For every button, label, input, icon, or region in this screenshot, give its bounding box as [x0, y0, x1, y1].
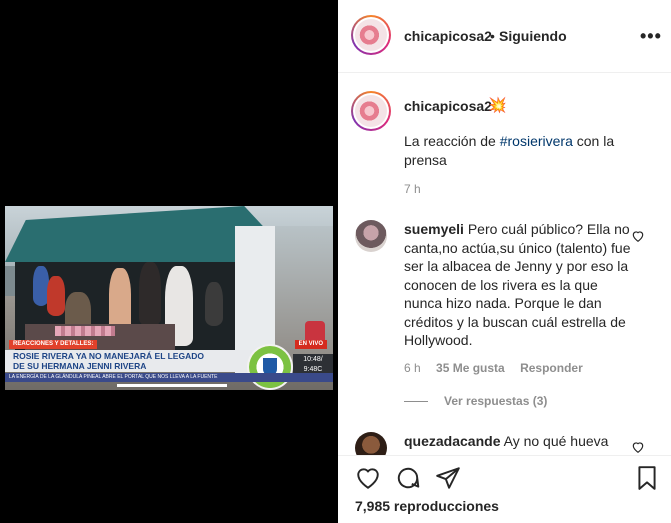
comment-text: Ay no qué hueva — [503, 433, 609, 449]
collision-emoji-icon: 💥 — [488, 97, 507, 114]
post-author-avatar[interactable] — [351, 15, 391, 55]
caption-author-avatar[interactable] — [351, 91, 391, 131]
avatar-image — [355, 19, 387, 51]
following-button[interactable]: Siguiendo — [499, 28, 567, 44]
chyron-headline-line1: ROSIE RIVERA YA NO MANEJARÁ EL LEGADO — [13, 351, 204, 361]
comment-username[interactable]: suemyeli — [404, 221, 464, 237]
comment-avatar[interactable] — [355, 432, 387, 455]
view-replies-button[interactable]: Ver respuestas (3) — [404, 394, 547, 408]
comment-meta: 6 h 35 Me gusta Responder — [404, 361, 583, 375]
chyron-ticker: LA ENERGÍA DE LA GLÁNDULA PINEAL ABRE EL… — [5, 373, 333, 382]
caption-text: La reacción de #rosierivera con la prens… — [404, 132, 634, 170]
share-icon[interactable] — [435, 465, 461, 491]
chyron-time-line1: 10:48/ — [303, 356, 323, 363]
chyron-headline-line2: DE SU HERMANA JENNI RIVERA — [13, 361, 147, 371]
comment-icon[interactable] — [395, 465, 421, 491]
more-options-button[interactable]: ••• — [640, 26, 662, 47]
video-scene-products — [55, 326, 115, 336]
comments-list[interactable]: chicapicosa2 💥 La reacción de #rosierive… — [338, 74, 671, 455]
chyron-headline: ROSIE RIVERA YA NO MANEJARÁ EL LEGADO DE… — [5, 350, 253, 372]
comment-timestamp[interactable]: 6 h — [404, 361, 421, 375]
caption-timestamp[interactable]: 7 h — [404, 182, 421, 196]
media-pane: REACCIONES Y DETALLES: EN VIVO ROSIE RIV… — [0, 0, 338, 523]
comment-like-icon[interactable] — [631, 229, 645, 243]
post-panel: chicapicosa2 • Siguiendo ••• chicapicosa… — [338, 0, 671, 523]
heart-icon[interactable] — [355, 465, 381, 491]
post-author-username[interactable]: chicapicosa2 — [404, 28, 492, 44]
avatar-image — [355, 95, 387, 127]
comment-avatar[interactable] — [355, 220, 387, 252]
video-scene-person — [47, 276, 65, 316]
caption-username[interactable]: chicapicosa2 — [404, 98, 492, 114]
post-actions: 7,985 reproducciones — [338, 455, 671, 523]
caption-text-start: La reacción de — [404, 133, 500, 149]
comment-body: suemyeli Pero cuál público? Ella no cant… — [404, 220, 634, 350]
comment-reply-button[interactable]: Responder — [520, 361, 583, 375]
comment-likes[interactable]: 35 Me gusta — [436, 361, 505, 375]
view-replies-label: Ver respuestas (3) — [444, 394, 548, 408]
comment-body: quezadacande Ay no qué hueva — [404, 432, 644, 451]
header-separator: • — [490, 28, 495, 44]
news-chyron: REACCIONES Y DETALLES: EN VIVO ROSIE RIV… — [5, 336, 333, 390]
video-player[interactable]: REACCIONES Y DETALLES: EN VIVO ROSIE RIV… — [5, 206, 333, 390]
video-scene-person — [139, 262, 161, 326]
comment-username[interactable]: quezadacande — [404, 433, 500, 449]
replies-divider — [404, 401, 428, 403]
post-header: chicapicosa2 • Siguiendo ••• — [338, 0, 671, 73]
bookmark-icon[interactable] — [634, 465, 660, 491]
video-progress-bar[interactable] — [117, 384, 227, 387]
video-scene-person — [205, 282, 223, 326]
view-count[interactable]: 7,985 reproducciones — [355, 498, 499, 514]
comment-text: Pero cuál público? Ella no canta,no actú… — [404, 221, 631, 348]
chyron-live-badge: EN VIVO — [294, 340, 327, 349]
comment-like-icon[interactable] — [631, 440, 645, 454]
caption-hashtag-link[interactable]: #rosierivera — [500, 133, 573, 149]
chyron-tag: REACCIONES Y DETALLES: — [9, 340, 98, 349]
